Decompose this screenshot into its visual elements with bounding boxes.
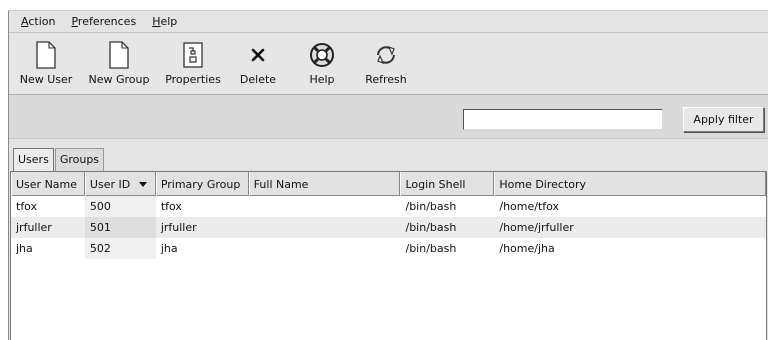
cell-home-directory: /home/jha: [499, 242, 555, 255]
new-document-icon: [34, 38, 58, 72]
new-group-label: New Group: [88, 73, 150, 86]
cell-full-name: [249, 217, 401, 238]
user-manager-window: Action Preferences Help New User New Gro…: [8, 10, 768, 340]
tab-users[interactable]: Users: [13, 148, 54, 171]
table-header: User Name User ID Primary Group Full Nam…: [11, 172, 766, 196]
new-document-icon: [107, 38, 131, 72]
cell-full-name: [249, 238, 401, 259]
cell-user-name: jrfuller: [16, 221, 52, 234]
cell-user-id: 502: [84, 238, 156, 259]
refresh-icon: [373, 38, 399, 72]
table-row[interactable]: jrfuller 501 jrfuller /bin/bash /home/jr…: [11, 217, 766, 238]
cell-primary-group: jha: [160, 242, 178, 255]
tab-groups[interactable]: Groups: [54, 148, 105, 171]
column-header-home-directory[interactable]: Home Directory: [494, 172, 766, 196]
menu-preferences[interactable]: Preferences: [63, 11, 144, 33]
cell-primary-group: tfox: [160, 200, 182, 213]
apply-filter-button[interactable]: Apply filter: [683, 107, 764, 132]
refresh-label: Refresh: [365, 73, 407, 86]
filter-bar: Apply filter: [9, 95, 768, 139]
cell-login-shell: /bin/bash: [405, 242, 457, 255]
sort-descending-icon: [139, 181, 148, 187]
cell-home-directory: /home/tfox: [499, 200, 560, 213]
menu-help[interactable]: Help: [144, 11, 185, 33]
cell-user-id: 500: [84, 196, 156, 217]
new-group-button[interactable]: New Group: [81, 33, 157, 95]
filter-input[interactable]: [463, 109, 663, 130]
lifebuoy-icon: [308, 38, 336, 72]
new-user-label: New User: [19, 73, 73, 86]
help-label: Help: [309, 73, 335, 86]
cell-home-directory: /home/jrfuller: [499, 221, 574, 234]
help-button[interactable]: Help: [287, 33, 357, 95]
delete-button[interactable]: Delete: [229, 33, 287, 95]
cell-full-name: [249, 196, 401, 217]
column-header-user-id[interactable]: User ID: [84, 172, 156, 196]
table-row[interactable]: jha 502 jha /bin/bash /home/jha: [11, 238, 766, 259]
cell-user-id: 501: [84, 217, 156, 238]
cell-login-shell: /bin/bash: [405, 221, 457, 234]
cell-user-name: tfox: [16, 200, 38, 213]
column-header-login-shell[interactable]: Login Shell: [400, 172, 495, 196]
toolbar: New User New Group Properties Delete Hel…: [9, 33, 768, 95]
table-row[interactable]: tfox 500 tfox /bin/bash /home/tfox: [11, 196, 766, 217]
cell-user-name: jha: [16, 242, 33, 255]
properties-button[interactable]: Properties: [157, 33, 229, 95]
tab-bar: Users Groups: [13, 148, 105, 171]
refresh-button[interactable]: Refresh: [357, 33, 415, 95]
delete-label: Delete: [239, 73, 277, 86]
menu-action[interactable]: Action: [13, 11, 63, 33]
column-header-primary-group[interactable]: Primary Group: [155, 172, 249, 196]
new-user-button[interactable]: New User: [11, 33, 81, 95]
cell-login-shell: /bin/bash: [405, 200, 457, 213]
properties-label: Properties: [165, 73, 221, 86]
menu-bar: Action Preferences Help: [9, 11, 768, 33]
column-header-user-id-label: User ID: [89, 177, 131, 191]
users-table: User Name User ID Primary Group Full Nam…: [10, 171, 767, 340]
column-header-user-name[interactable]: User Name: [11, 172, 85, 196]
delete-x-icon: [251, 38, 265, 72]
properties-icon: [180, 38, 206, 72]
cell-primary-group: jrfuller: [160, 221, 197, 234]
column-header-full-name[interactable]: Full Name: [248, 172, 401, 196]
